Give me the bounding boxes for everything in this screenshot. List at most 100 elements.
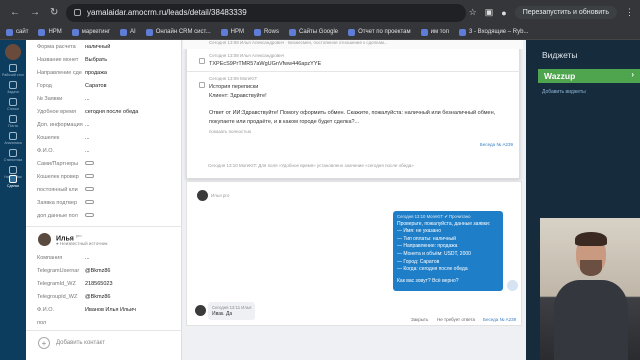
field-row[interactable]: TelegramId_WZ 218565023 [37,281,177,287]
item-text: покупаете или продаёте, и в каком городе… [209,119,360,125]
wazzup-widget[interactable]: Wazzup › [538,69,640,83]
chat-card: Илья pro Сегодня 13:10 MoreKIT ✔ Прочита… [186,181,522,326]
bookmark[interactable]: 3 - Входящие – Ryb... [459,28,528,36]
field-row[interactable]: Ф.И.О. Иванов Илья Ильич [37,307,177,313]
close-button[interactable]: Закрыть [411,317,428,322]
show-more-link[interactable]: показать полностью [209,129,251,134]
toggle[interactable] [85,200,94,204]
nav-dashboard[interactable]: Рабочий стол [2,64,24,77]
message-line: — Имя: не указано [397,228,441,235]
checkbox[interactable] [199,58,205,64]
relaunch-button[interactable]: Перезапустить и обновить [514,6,617,19]
toggle[interactable] [85,161,94,165]
nav-leads[interactable]: Сделки [2,175,24,188]
bookmark-icon [288,28,296,36]
message-header: Сегодня 13:10 MoreKIT ✔ Прочитано [397,214,471,219]
site-info-icon[interactable] [74,9,81,16]
plus-icon: + [38,337,50,349]
nav-mail[interactable]: Почта [2,115,24,128]
field-row[interactable]: Ф.И.О.... [37,148,177,154]
analytics-icon [9,132,17,140]
nav-analytics[interactable]: Аналитика [2,132,24,145]
gear-icon [9,166,17,174]
item-title: История переписки [209,84,259,90]
mail-icon [9,115,17,123]
bookmark[interactable]: им топ [420,28,449,36]
presenter-body [554,280,628,360]
lists-icon [9,98,17,106]
menu-icon[interactable]: ⋮ [625,7,634,18]
crm-sidebar: Рабочий стол Сделки Задачи Списки Почта … [0,40,26,360]
field-row[interactable]: Компания... [37,255,177,261]
add-contact-button[interactable]: + Добавить контакт [38,337,105,349]
field-row[interactable]: № Заявки... [37,96,177,102]
item-meta: Сегодня 13:09 MoreKIT [209,76,258,81]
bookmark-icon [6,28,13,36]
bookmark-icon [253,28,261,36]
hover-tooltip: Сегодня 13:08 Илья Александрович · Бизне… [183,40,523,49]
browser-address-bar: ← → ↻ yamalaidar.amocrm.ru/leads/detail/… [0,0,640,25]
toggle[interactable] [85,174,94,178]
field-row[interactable]: Город Саратов [37,83,177,89]
message-line: Как вас зовут? Всё верно? [397,277,459,284]
back-icon[interactable]: ← [10,7,20,18]
folder-icon [120,28,128,36]
message-line: — Направление: продажа [397,243,458,250]
bookmark-icon [348,28,356,36]
feed-panel: Сегодня 13:08 Илья Александрович TXPEcS9… [182,40,526,360]
forward-icon[interactable]: → [30,7,40,18]
field-row[interactable]: Доп. информация... [37,122,177,128]
lead-card: Форма расчета наличный Название монет Выбр… [26,40,182,360]
user-avatar[interactable] [5,44,21,60]
chevron-right-icon: › [631,70,634,79]
bookmark[interactable]: Отчет по проектам [348,28,411,36]
bookmark[interactable]: Rows [253,28,279,36]
bookmark[interactable]: Сайты Google [288,28,338,36]
tasks-icon [9,81,17,89]
chat-link[interactable]: Беседа № A239 [480,142,513,147]
toggle[interactable] [85,213,94,217]
bookmark[interactable]: AI [120,28,136,36]
field-row[interactable]: пол [37,320,177,326]
divider [187,71,521,72]
sender-avatar [197,190,208,201]
reload-icon[interactable]: ↻ [50,7,58,18]
profile-icon[interactable]: ● [501,8,506,18]
url-field[interactable]: yamalaidar.amocrm.ru/leads/detail/384833… [66,3,466,22]
field-row[interactable]: TelegroupId_WZ @Bkmz86 [37,294,177,300]
sender-avatar [195,305,206,316]
message-line: — Монета и объём: USDT, 2000 [397,250,471,257]
chat-link[interactable]: Беседа № A239 [483,317,516,322]
no-reply-button[interactable]: Не требует ответа [437,317,475,322]
field-row[interactable]: Удобное время сегодня после обеда [37,109,177,115]
field-row[interactable]: Название монет Выбрать [37,57,177,63]
leads-icon [9,175,17,183]
dashboard-icon [9,64,17,72]
field-row: Заявка подтвер [37,200,177,206]
field-row: Кошелек провер [37,174,177,180]
bookmark[interactable]: маркетинг [71,28,110,36]
bookmark[interactable]: сайт [6,28,28,36]
bookmark[interactable]: Онлайн CRM сист... [145,28,211,36]
presenter-beard [580,260,602,276]
field-row[interactable]: Форма расчета наличный [37,44,177,50]
message-line: — Город: Саратов [397,258,440,265]
field-row[interactable]: Направление сде продажа [37,70,177,76]
toggle[interactable] [85,187,94,191]
add-widgets-link[interactable]: Добавить виджеты [542,89,586,95]
field-row[interactable]: TelegramUsernar @Bkmz86 [37,268,177,274]
extensions-icon[interactable]: ▣ [485,7,494,18]
checkbox[interactable] [199,82,205,88]
presenter-hair [575,232,607,246]
bookmark-icon [145,28,153,36]
bookmark[interactable]: HPM [220,28,244,36]
contact-avatar [38,233,51,246]
field-row[interactable]: Кошелек... [37,135,177,141]
bookmark-icon [38,28,46,36]
bookmark-star-icon[interactable]: ☆ [469,7,477,18]
nav-tasks[interactable]: Задачи [2,81,24,94]
nav-stats[interactable]: Статистика [2,149,24,162]
nav-lists[interactable]: Списки [2,98,24,111]
incoming-message: Сегодня 13:11 Илья Ивак. Да [208,302,256,320]
bookmark[interactable]: HPM [38,28,62,36]
